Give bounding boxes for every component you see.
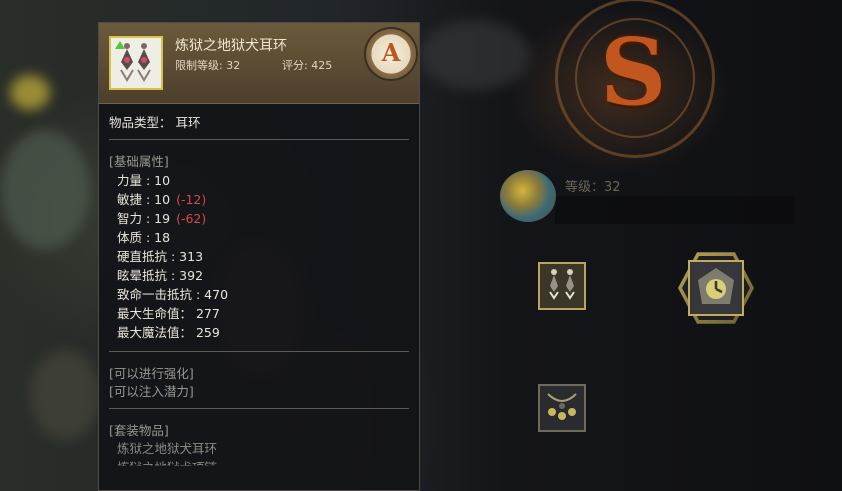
set-item: 炼狱之地狱犬项链 bbox=[117, 460, 218, 475]
stat-row: 硬直抵抗 : 313 bbox=[117, 246, 203, 265]
rank-letter: S bbox=[600, 18, 667, 126]
timer-badge-slot[interactable] bbox=[688, 260, 744, 316]
stat-label: 最大魔法值： 259 bbox=[117, 325, 220, 340]
divider bbox=[109, 139, 409, 140]
necklace-slot-icon bbox=[547, 393, 577, 420]
stat-label: 眩晕抵抗 : 392 bbox=[117, 268, 204, 283]
stat-label: 力量 : 10 bbox=[117, 173, 171, 188]
stat-row: 最大生命值： 277 bbox=[117, 303, 220, 322]
pet-portrait-icon[interactable] bbox=[500, 170, 556, 222]
grade-badge: A bbox=[366, 29, 416, 79]
item-score: 评分: 425 bbox=[282, 59, 333, 72]
stat-row: 力量 : 10 bbox=[117, 170, 170, 189]
stat-label: 硬直抵抗 : 313 bbox=[117, 249, 204, 264]
stat-label: 敏捷 : 10 bbox=[117, 192, 171, 207]
scenery-shape bbox=[420, 20, 530, 90]
tooltip-header: 炼狱之地狱犬耳环 限制等级: 32 评分: 425 A bbox=[99, 23, 419, 104]
stat-diff: (-62) bbox=[176, 211, 207, 226]
necklace-slot[interactable] bbox=[538, 384, 586, 432]
inject-note: [可以注入潜力] bbox=[109, 384, 194, 399]
stat-label: 智力 : 19 bbox=[117, 211, 171, 226]
grade-letter: A bbox=[381, 38, 401, 67]
stat-label: 致命一击抵抗 : 470 bbox=[117, 287, 229, 302]
enhance-note: [可以进行强化] bbox=[109, 366, 194, 381]
stat-row: 致命一击抵抗 : 470 bbox=[117, 284, 228, 303]
set-items-header: [套装物品] bbox=[109, 423, 169, 438]
stat-row: 最大魔法值： 259 bbox=[117, 322, 220, 341]
stat-row: 敏捷 : 10 (-12) bbox=[117, 189, 206, 208]
scenery-shape bbox=[0, 130, 90, 250]
item-tooltip: 炼狱之地狱犬耳环 限制等级: 32 评分: 425 A 物品类型： 耳环 [基础… bbox=[98, 22, 420, 491]
stat-label: 最大生命值： 277 bbox=[117, 306, 220, 321]
stat-row: 智力 : 19 (-62) bbox=[117, 208, 206, 227]
earring-slot-icon bbox=[549, 269, 575, 300]
earring-slot[interactable] bbox=[538, 262, 586, 310]
stat-row: 眩晕抵抗 : 392 bbox=[117, 265, 203, 284]
scenery-shape bbox=[10, 75, 50, 110]
set-item: 炼狱之地狱犬耳环 bbox=[117, 441, 218, 456]
divider bbox=[109, 408, 409, 409]
stat-row: 体质 : 18 bbox=[117, 227, 170, 246]
divider bbox=[109, 351, 409, 352]
level-bar bbox=[555, 196, 795, 224]
level-requirement: 限制等级: 32 bbox=[175, 59, 241, 72]
upgrade-arrow-icon bbox=[115, 41, 125, 49]
item-type: 物品类型： 耳环 bbox=[109, 115, 201, 130]
stat-label: 体质 : 18 bbox=[117, 230, 171, 245]
stat-diff: (-12) bbox=[176, 192, 207, 207]
level-label: 等级：32 bbox=[565, 180, 621, 195]
timer-badge-icon bbox=[698, 268, 734, 304]
base-attributes-header: [基础属性] bbox=[109, 154, 169, 169]
scenery-shape bbox=[30, 350, 100, 440]
item-icon-frame bbox=[109, 36, 163, 90]
item-name: 炼狱之地狱犬耳环 bbox=[175, 38, 287, 54]
